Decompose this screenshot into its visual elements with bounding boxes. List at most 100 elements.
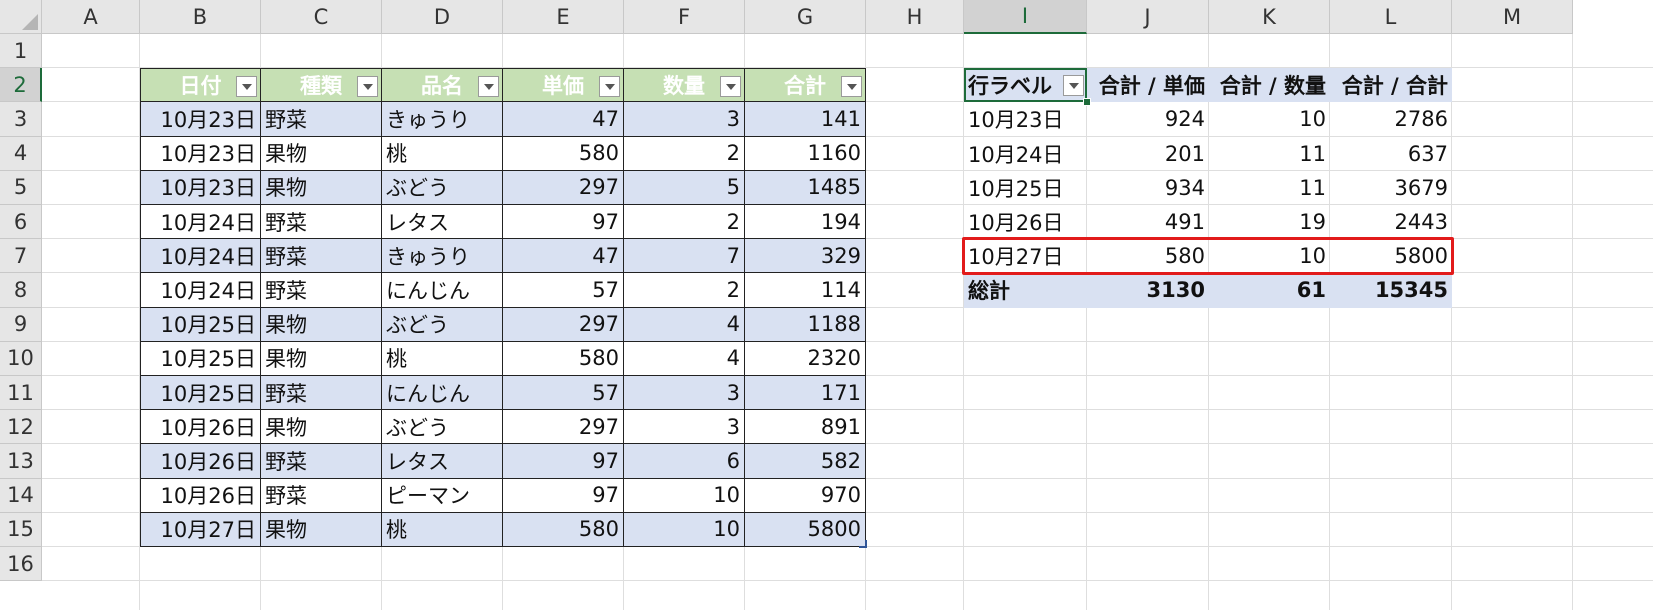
table-header-cell[interactable]: 数量: [624, 68, 745, 103]
pivot-header-cell[interactable]: 合計 / 単価: [1087, 68, 1209, 103]
table-cell[interactable]: 10月24日: [140, 205, 261, 240]
table-cell[interactable]: 891: [745, 410, 866, 445]
filter-dropdown-icon[interactable]: [720, 76, 741, 98]
table-cell[interactable]: 4: [624, 307, 745, 342]
fill-handle[interactable]: [1083, 98, 1091, 107]
table-cell[interactable]: 野菜: [261, 444, 382, 479]
row-header-7[interactable]: 7: [0, 239, 42, 274]
table-cell[interactable]: 10月25日: [140, 307, 261, 342]
row-header-11[interactable]: 11: [0, 376, 42, 411]
table-cell[interactable]: 57: [503, 273, 624, 308]
table-cell[interactable]: 10月26日: [140, 478, 261, 513]
table-cell[interactable]: 97: [503, 205, 624, 240]
column-header-m[interactable]: M: [1452, 0, 1573, 34]
table-cell[interactable]: 3: [624, 410, 745, 445]
row-header-6[interactable]: 6: [0, 205, 42, 240]
table-cell[interactable]: 10月25日: [140, 376, 261, 411]
table-cell[interactable]: ぶどう: [382, 170, 503, 205]
table-cell[interactable]: 3: [624, 376, 745, 411]
table-cell[interactable]: 5800: [745, 512, 866, 547]
pivot-cell[interactable]: 924: [1087, 102, 1209, 136]
table-cell[interactable]: 10: [624, 478, 745, 513]
filter-dropdown-icon[interactable]: [478, 76, 499, 98]
table-cell[interactable]: 10月27日: [140, 512, 261, 547]
pivot-cell[interactable]: 19: [1209, 205, 1330, 239]
pivot-cell[interactable]: 2443: [1330, 205, 1452, 239]
table-header-cell[interactable]: 種類: [261, 68, 382, 103]
table-cell[interactable]: 580: [503, 136, 624, 171]
table-cell[interactable]: 桃: [382, 512, 503, 547]
pivot-cell[interactable]: 201: [1087, 137, 1209, 171]
row-header-3[interactable]: 3: [0, 102, 42, 137]
table-cell[interactable]: 47: [503, 102, 624, 137]
table-cell[interactable]: きゅうり: [382, 102, 503, 137]
pivot-grand-total-cell[interactable]: 3130: [1087, 273, 1209, 308]
table-cell[interactable]: 果物: [261, 341, 382, 376]
pivot-cell[interactable]: 491: [1087, 205, 1209, 239]
table-cell[interactable]: 野菜: [261, 205, 382, 240]
row-header-9[interactable]: 9: [0, 307, 42, 342]
row-header-5[interactable]: 5: [0, 170, 42, 205]
table-cell[interactable]: 10月24日: [140, 239, 261, 274]
row-header-2[interactable]: 2: [0, 68, 42, 103]
column-header-g[interactable]: G: [745, 0, 866, 34]
table-cell[interactable]: 580: [503, 341, 624, 376]
table-cell[interactable]: 2: [624, 205, 745, 240]
table-cell[interactable]: 194: [745, 205, 866, 240]
table-cell[interactable]: 10: [624, 512, 745, 547]
column-header-k[interactable]: K: [1209, 0, 1330, 34]
table-cell[interactable]: 10月26日: [140, 444, 261, 479]
table-cell[interactable]: 4: [624, 341, 745, 376]
row-header-15[interactable]: 15: [0, 512, 42, 547]
table-cell[interactable]: にんじん: [382, 376, 503, 411]
table-cell[interactable]: 7: [624, 239, 745, 274]
filter-dropdown-icon[interactable]: [841, 76, 862, 98]
row-header-13[interactable]: 13: [0, 444, 42, 479]
table-cell[interactable]: 10月26日: [140, 410, 261, 445]
table-cell[interactable]: 57: [503, 376, 624, 411]
table-cell[interactable]: 5: [624, 170, 745, 205]
table-cell[interactable]: 2: [624, 273, 745, 308]
column-header-d[interactable]: D: [382, 0, 503, 34]
table-cell[interactable]: 果物: [261, 512, 382, 547]
table-cell[interactable]: 野菜: [261, 478, 382, 513]
table-cell[interactable]: 果物: [261, 170, 382, 205]
table-cell[interactable]: 582: [745, 444, 866, 479]
column-header-f[interactable]: F: [624, 0, 745, 34]
table-cell[interactable]: 141: [745, 102, 866, 137]
pivot-header-cell[interactable]: 合計 / 合計: [1330, 68, 1452, 103]
table-cell[interactable]: きゅうり: [382, 239, 503, 274]
table-header-cell[interactable]: 品名: [382, 68, 503, 103]
pivot-cell[interactable]: 10月24日: [964, 137, 1087, 171]
table-cell[interactable]: 3: [624, 102, 745, 137]
row-header-10[interactable]: 10: [0, 341, 42, 376]
column-header-e[interactable]: E: [503, 0, 624, 34]
table-cell[interactable]: 野菜: [261, 239, 382, 274]
pivot-cell[interactable]: 11: [1209, 137, 1330, 171]
table-cell[interactable]: レタス: [382, 205, 503, 240]
pivot-cell[interactable]: 637: [1330, 137, 1452, 171]
table-cell[interactable]: 297: [503, 170, 624, 205]
table-cell[interactable]: 97: [503, 478, 624, 513]
table-cell[interactable]: 野菜: [261, 273, 382, 308]
pivot-grand-total-cell[interactable]: 総計: [964, 273, 1087, 308]
table-cell[interactable]: 果物: [261, 136, 382, 171]
pivot-cell[interactable]: 10月25日: [964, 171, 1087, 205]
table-resize-handle[interactable]: [859, 540, 867, 548]
table-cell[interactable]: 114: [745, 273, 866, 308]
table-cell[interactable]: 桃: [382, 341, 503, 376]
table-cell[interactable]: 171: [745, 376, 866, 411]
column-header-i[interactable]: I: [964, 0, 1087, 34]
filter-dropdown-icon[interactable]: [357, 76, 378, 98]
table-cell[interactable]: 桃: [382, 136, 503, 171]
table-cell[interactable]: 297: [503, 307, 624, 342]
table-header-cell[interactable]: 日付: [140, 68, 261, 103]
table-cell[interactable]: 野菜: [261, 102, 382, 137]
table-cell[interactable]: 1485: [745, 170, 866, 205]
table-cell[interactable]: 970: [745, 478, 866, 513]
column-header-b[interactable]: B: [140, 0, 261, 34]
table-cell[interactable]: 580: [503, 512, 624, 547]
filter-dropdown-icon[interactable]: [236, 76, 257, 98]
pivot-header-cell[interactable]: 合計 / 数量: [1209, 68, 1330, 103]
pivot-cell[interactable]: 934: [1087, 171, 1209, 205]
